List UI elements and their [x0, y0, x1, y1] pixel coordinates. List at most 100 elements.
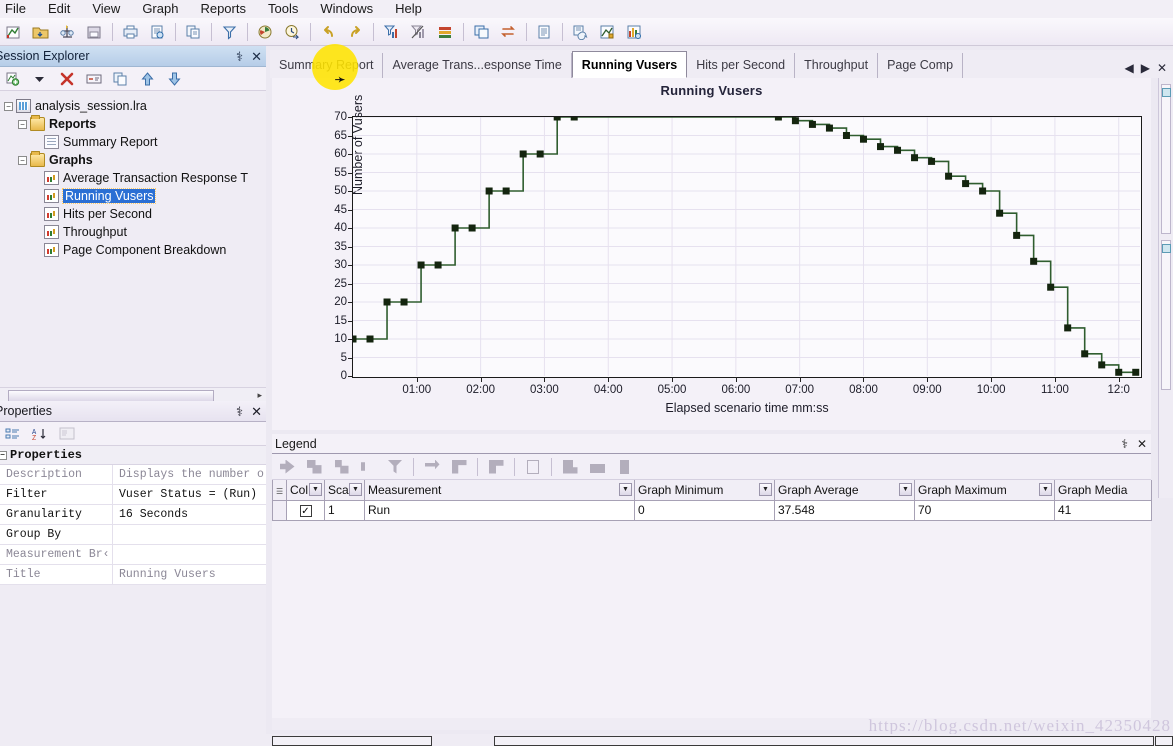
legend-col-graph-average[interactable]: Graph Average ▼	[774, 480, 915, 501]
tree-toggle-root[interactable]: −	[4, 101, 13, 111]
alphabetical-sort-icon[interactable]: AZ	[28, 423, 51, 444]
new-analysis-session-icon[interactable]	[1, 20, 26, 44]
tab-throughput[interactable]: Throughput	[795, 53, 879, 78]
menu-item-help[interactable]: Help	[384, 0, 433, 18]
chart-plot-area[interactable]: Number of Vusers Elapsed scenario time m…	[334, 95, 1142, 415]
property-row-filter[interactable]: Filter Vuser Status = (Run)	[0, 485, 266, 505]
move-up-icon[interactable]	[136, 68, 159, 89]
docked-panel-preview-top[interactable]	[1161, 84, 1171, 234]
tree-item-root[interactable]: − analysis_session.lra	[0, 97, 266, 115]
legend-col-scale-filter-button[interactable]: ▼	[349, 483, 362, 496]
raw-data-icon[interactable]	[622, 20, 647, 44]
docked-panel-preview-bottom[interactable]	[1161, 240, 1171, 390]
menu-item-tools[interactable]: Tools	[257, 0, 309, 18]
show-measurement-icon[interactable]	[329, 456, 353, 478]
overlay-graph-icon[interactable]	[469, 20, 494, 44]
tab-average-transaction-response-time[interactable]: Average Trans...esponse Time	[383, 53, 572, 78]
duplicate-item-icon[interactable]	[109, 68, 132, 89]
categorized-view-icon[interactable]	[1, 423, 24, 444]
pin-icon[interactable]: ⚕	[236, 49, 243, 65]
legend-col-color[interactable]: Col ▼	[286, 480, 325, 501]
menu-item-reports[interactable]: Reports	[189, 0, 257, 18]
legend-col-graph-median[interactable]: Graph Media	[1054, 480, 1152, 501]
legend-col-color-filter-button[interactable]: ▼	[309, 483, 322, 496]
tree-toggle-graphs[interactable]: −	[18, 155, 27, 165]
legend-col-measurement[interactable]: Measurement ▼	[364, 480, 635, 501]
pin-icon[interactable]: ⚕	[1121, 437, 1128, 451]
property-row-description[interactable]: Description Displays the number o	[0, 465, 266, 485]
undo-icon[interactable]	[316, 20, 341, 44]
pin-icon[interactable]: ⚕	[236, 404, 243, 420]
property-row-group-by[interactable]: Group By	[0, 525, 266, 545]
delete-item-icon[interactable]	[55, 68, 78, 89]
save-icon[interactable]	[82, 20, 107, 44]
tree-item-page-component-breakdown[interactable]: Page Component Breakdown	[0, 241, 266, 259]
legend-col-graph-maximum[interactable]: Graph Maximum ▼	[914, 480, 1055, 501]
show-all-measurements-icon[interactable]	[275, 456, 299, 478]
new-report-icon[interactable]	[532, 20, 557, 44]
tree-item-running-vusers[interactable]: Running Vusers	[0, 187, 266, 205]
add-comment-icon[interactable]	[568, 20, 593, 44]
close-icon[interactable]: ✕	[1137, 437, 1147, 451]
tab-page-component-breakdown[interactable]: Page Comp	[878, 53, 964, 78]
tree-item-average-transaction-response-time[interactable]: Average Transaction Response T	[0, 169, 266, 187]
menu-item-edit[interactable]: Edit	[37, 0, 81, 18]
tab-scroll-right-button[interactable]: ▶	[1141, 61, 1150, 75]
dropdown-arrow-icon[interactable]	[28, 68, 51, 89]
set-line-style-icon[interactable]	[447, 456, 471, 478]
configure-measurements-icon[interactable]	[356, 456, 380, 478]
legend-options-icon[interactable]	[612, 456, 636, 478]
print-icon[interactable]	[118, 20, 143, 44]
tree-item-summary-report[interactable]: Summary Report	[0, 133, 266, 151]
tree-item-throughput[interactable]: Throughput	[0, 223, 266, 241]
property-row-granularity[interactable]: Granularity 16 Seconds	[0, 505, 266, 525]
graph-view-icon[interactable]	[595, 20, 620, 44]
set-line-color-icon[interactable]	[420, 456, 444, 478]
menu-item-graph[interactable]: Graph	[131, 0, 189, 18]
add-item-icon[interactable]	[1, 68, 24, 89]
legend-row-checkbox[interactable]: ✓	[299, 505, 312, 517]
property-pages-icon[interactable]	[55, 423, 78, 444]
merge-graphs-icon[interactable]	[433, 20, 458, 44]
legend-col-graph-maximum-filter-button[interactable]: ▼	[1039, 483, 1052, 496]
show-columns-icon[interactable]	[521, 456, 545, 478]
redo-icon[interactable]	[343, 20, 368, 44]
legend-cell-color[interactable]: ✓	[286, 499, 325, 521]
tab-scroll-left-button[interactable]: ◀	[1124, 61, 1133, 75]
apply-filter-icon[interactable]	[379, 20, 404, 44]
right-dock-sliver[interactable]	[1158, 78, 1173, 498]
hide-measurement-icon[interactable]	[302, 456, 326, 478]
cross-result-icon[interactable]	[496, 20, 521, 44]
copy-icon[interactable]	[181, 20, 206, 44]
clear-filter-icon[interactable]	[406, 20, 431, 44]
menu-item-file[interactable]: File	[0, 0, 37, 18]
legend-col-measurement-filter-button[interactable]: ▼	[619, 483, 632, 496]
table-row[interactable]: ✓ 1 Run 0 37.548 70 41	[272, 499, 1152, 521]
legend-col-graph-minimum[interactable]: Graph Minimum ▼	[634, 480, 775, 501]
close-icon[interactable]: ✕	[251, 49, 262, 65]
legend-col-scale[interactable]: Sca ▼	[324, 480, 365, 501]
open-folder-icon[interactable]	[28, 20, 53, 44]
tree-toggle-reports[interactable]: −	[18, 119, 27, 129]
properties-group-toggle[interactable]: −	[0, 450, 7, 460]
new-graph-icon[interactable]	[55, 20, 80, 44]
auto-correlate-icon[interactable]	[280, 20, 305, 44]
scrollbar-thumb[interactable]	[8, 389, 214, 402]
tree-item-hits-per-second[interactable]: Hits per Second	[0, 205, 266, 223]
auto-scale-icon[interactable]	[484, 456, 508, 478]
print-preview-icon[interactable]	[145, 20, 170, 44]
tree-item-graphs[interactable]: − Graphs	[0, 151, 266, 169]
menu-item-view[interactable]: View	[81, 0, 131, 18]
close-icon[interactable]: ✕	[251, 404, 262, 420]
rename-item-icon[interactable]	[82, 68, 105, 89]
property-row-title[interactable]: Title Running Vusers	[0, 565, 266, 585]
tab-running-vusers[interactable]: Running Vusers	[571, 51, 688, 78]
legend-col-graph-average-filter-button[interactable]: ▼	[899, 483, 912, 496]
tab-hits-per-second[interactable]: Hits per Second	[687, 53, 796, 78]
property-row-measurement-breakdown[interactable]: Measurement Br‹	[0, 545, 266, 565]
set-granularity-icon[interactable]	[253, 20, 278, 44]
scroll-right-arrow-icon[interactable]: ▸	[257, 390, 262, 401]
legend-col-graph-minimum-filter-button[interactable]: ▼	[759, 483, 772, 496]
tab-close-button[interactable]: ✕	[1157, 61, 1167, 75]
sort-descending-icon[interactable]	[585, 456, 609, 478]
